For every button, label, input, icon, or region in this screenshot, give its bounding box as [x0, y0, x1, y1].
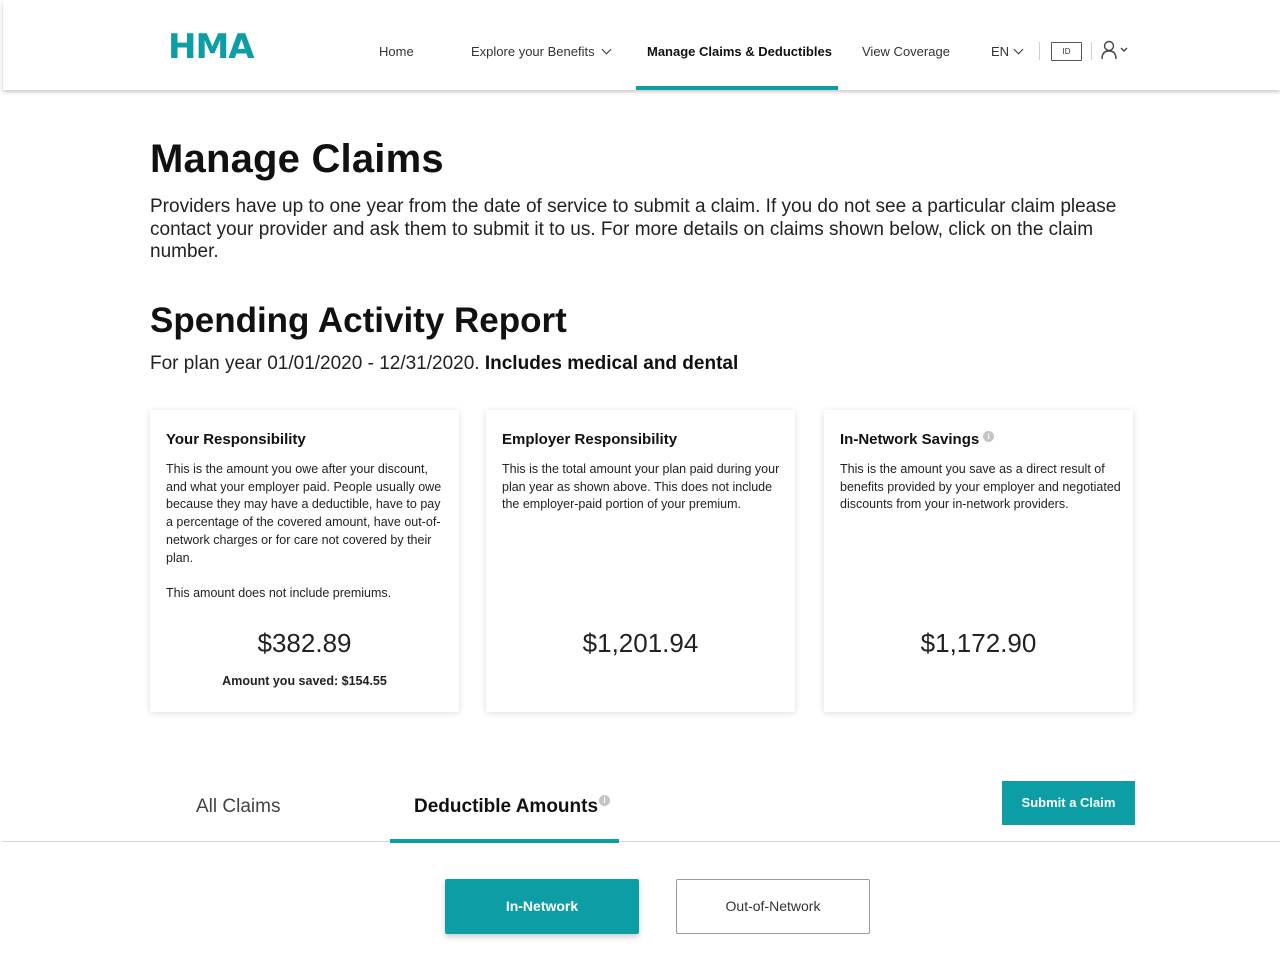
- chevron-down-icon: [1013, 44, 1024, 55]
- user-icon: [1101, 40, 1128, 60]
- nav-manage-claims[interactable]: Manage Claims & Deductibles: [647, 44, 832, 60]
- tabs-divider: [2, 841, 1280, 842]
- card-title: Your Responsibility: [166, 431, 306, 448]
- plan-includes-text: Includes medical and dental: [484, 353, 739, 374]
- plan-year-text: For plan year 01/01/2020 - 12/31/2020.: [150, 353, 480, 374]
- nav-view-coverage[interactable]: View Coverage: [862, 44, 950, 60]
- card-employer-responsibility: Employer Responsibility This is the tota…: [486, 410, 795, 712]
- info-icon[interactable]: i: [599, 795, 611, 806]
- card-amount: $1,201.94: [582, 628, 699, 658]
- tab-label: Deductible Amounts: [414, 796, 599, 817]
- user-menu[interactable]: [1101, 40, 1128, 60]
- card-amount: $1,172.90: [920, 628, 1037, 658]
- card-title: Employer Responsibility: [502, 431, 678, 448]
- tab-deductible-amounts[interactable]: Deductible Amounts i: [414, 795, 611, 819]
- nav-explore-benefits[interactable]: Explore your Benefits: [471, 44, 612, 60]
- amount-saved: Amount you saved: $154.55: [222, 674, 387, 688]
- card-description-text: This is the total amount your plan paid …: [502, 462, 780, 512]
- nav-active-indicator: [636, 86, 838, 90]
- card-description: This is the amount you save as a direct …: [840, 461, 1122, 514]
- chevron-down-icon: [601, 44, 612, 55]
- card-in-network-savings: In-Network Savings i This is the amount y…: [824, 410, 1133, 712]
- page-title: Manage Claims: [150, 137, 444, 181]
- card-description: This is the amount you owe after your di…: [166, 461, 448, 603]
- out-of-network-button[interactable]: Out-of-Network: [676, 879, 870, 934]
- card-note: This amount does not include premiums.: [166, 585, 392, 600]
- intro-text: Providers have up to one year from the d…: [150, 196, 1117, 262]
- language-label: EN: [991, 44, 1010, 59]
- info-icon[interactable]: i: [983, 431, 995, 442]
- card-title-row: In-Network Savings i: [840, 431, 995, 449]
- divider: [1091, 42, 1092, 60]
- divider: [1039, 42, 1040, 60]
- card-amount: $382.89: [257, 628, 352, 658]
- plan-year-line: For plan year 01/01/2020 - 12/31/2020. I…: [150, 352, 738, 376]
- card-title: In-Network Savings: [840, 431, 980, 448]
- in-network-button[interactable]: In-Network: [445, 879, 639, 934]
- nav-home[interactable]: Home: [379, 44, 414, 60]
- language-selector[interactable]: EN: [991, 44, 1024, 60]
- tab-all-claims[interactable]: All Claims: [196, 795, 280, 819]
- card-description-text: This is the amount you owe after your di…: [166, 462, 442, 565]
- card-your-responsibility: Your Responsibility This is the amount y…: [150, 410, 459, 712]
- top-header: HMA Home Explore your Benefits Manage Cl…: [3, 0, 1280, 90]
- report-title: Spending Activity Report: [150, 301, 567, 340]
- tab-active-indicator: [390, 839, 619, 843]
- nav-explore-benefits-label: Explore your Benefits: [471, 44, 595, 59]
- card-description-text: This is the amount you save as a direct …: [840, 462, 1121, 512]
- submit-claim-button[interactable]: Submit a Claim: [1002, 781, 1135, 825]
- hma-logo[interactable]: HMA: [168, 30, 255, 64]
- card-description: This is the total amount your plan paid …: [502, 461, 784, 514]
- id-card-button[interactable]: ID: [1051, 42, 1082, 61]
